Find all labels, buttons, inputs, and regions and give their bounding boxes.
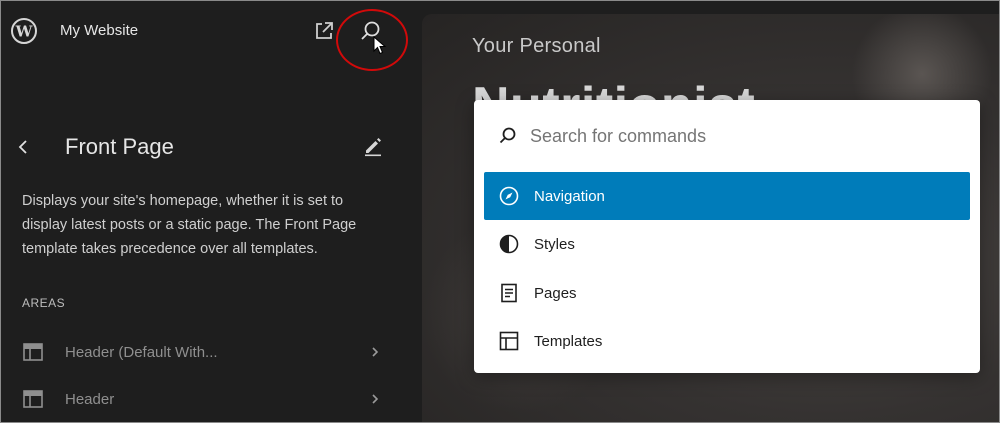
command-item-label: Styles bbox=[534, 235, 575, 253]
page-title: Front Page bbox=[65, 134, 174, 159]
area-item-label: Header (Default With... bbox=[65, 343, 218, 361]
chevron-right-icon bbox=[368, 392, 382, 406]
site-editor-sidebar: W My Website Front Page Displays your si… bbox=[0, 0, 420, 423]
command-palette: Navigation Styles Pages Templates bbox=[474, 100, 980, 373]
template-description: Displays your site's homepage, whether i… bbox=[22, 193, 357, 257]
layout-icon bbox=[498, 330, 520, 352]
area-item-label: Header bbox=[65, 390, 115, 408]
annotation-circle bbox=[336, 9, 408, 71]
external-link-icon[interactable] bbox=[312, 19, 336, 43]
site-name[interactable]: My Website bbox=[60, 22, 138, 39]
command-item-styles[interactable]: Styles bbox=[484, 220, 970, 268]
template-part-icon bbox=[22, 341, 44, 363]
command-item-label: Navigation bbox=[534, 187, 605, 205]
command-search-bar bbox=[474, 100, 980, 172]
hero-subtitle: Your Personal bbox=[472, 35, 601, 57]
back-chevron-icon[interactable] bbox=[14, 135, 34, 159]
mouse-cursor-icon bbox=[373, 35, 387, 56]
chevron-right-icon bbox=[368, 345, 382, 359]
svg-text:W: W bbox=[15, 23, 34, 41]
search-icon bbox=[498, 126, 518, 146]
wordpress-logo-icon[interactable]: W bbox=[10, 17, 38, 45]
command-item-pages[interactable]: Pages bbox=[484, 269, 970, 317]
command-item-label: Templates bbox=[534, 332, 603, 350]
page-icon bbox=[498, 282, 520, 304]
areas-heading: AREAS bbox=[22, 296, 66, 310]
command-item-navigation[interactable]: Navigation bbox=[484, 172, 970, 220]
area-item-header-default[interactable]: Header (Default With... bbox=[22, 337, 382, 367]
area-item-header[interactable]: Header bbox=[22, 384, 382, 414]
pencil-icon[interactable] bbox=[362, 135, 384, 157]
half-circle-icon bbox=[498, 233, 520, 255]
command-item-templates[interactable]: Templates bbox=[484, 317, 970, 365]
command-search-input[interactable] bbox=[530, 122, 950, 150]
command-item-label: Pages bbox=[534, 284, 577, 302]
compass-icon bbox=[498, 185, 520, 207]
template-part-icon bbox=[22, 388, 44, 410]
